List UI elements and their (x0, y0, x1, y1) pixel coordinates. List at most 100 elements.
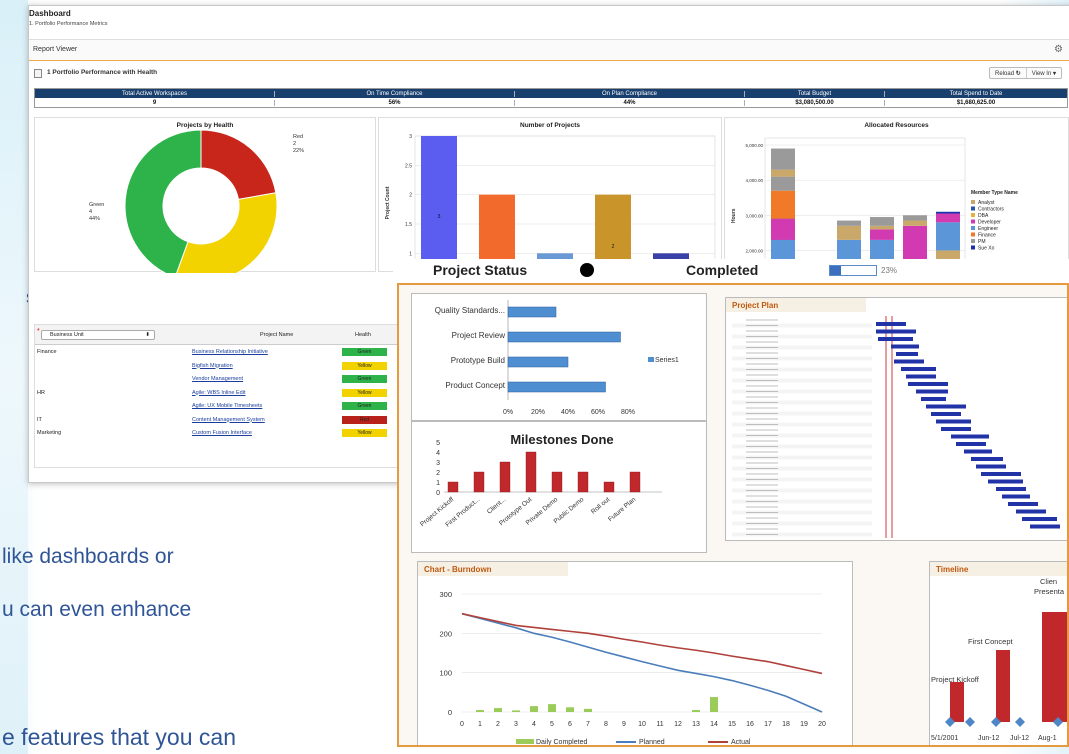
bar (507, 306, 557, 318)
x-tick-label: 4 (532, 721, 536, 728)
slide-text-line-4: e features that you can (2, 724, 236, 750)
gantt-bar (976, 464, 1006, 469)
stacked-bar-segment (837, 220, 861, 226)
chart-title: Milestones Done (510, 432, 613, 447)
timeline-bar (996, 650, 1010, 722)
chart-title: Projects by Health (176, 122, 234, 129)
legend-label: Actual (731, 739, 751, 746)
stacked-bar-segment (771, 148, 795, 170)
gantt-bar (941, 427, 971, 431)
kpi-value: 44% (515, 99, 745, 106)
gantt-bar (1030, 524, 1060, 529)
x-tick-label: 18 (782, 721, 790, 728)
milestones-card: Milestones Done 0 1 2 3 4 5 Project Kickoff Firs… (411, 421, 707, 553)
kpi-value-row: 9 56% 44% $3,080,500.00 $1,680,625.00 (35, 98, 1067, 107)
kpi-value: 56% (275, 99, 515, 106)
slide-text-line-3: u can even enhance (2, 598, 192, 621)
bar (421, 136, 457, 268)
completion-progress-bar (829, 265, 877, 276)
column-header-health: Health (355, 332, 371, 338)
y-tick-label: 4,000.00 (745, 178, 763, 183)
bar (473, 471, 485, 493)
bar (494, 708, 502, 712)
stacked-bar-segment (936, 222, 960, 251)
gantt-bar (1002, 494, 1030, 499)
gantt-bar (901, 367, 936, 371)
category-label: Prototype Build (451, 356, 505, 365)
table-row: HR Agile: WBS Inline Edit Yellow (35, 388, 399, 400)
burndown-chart: 01002003000 1 2 3 4 5 6 7 8 9 10 11 12 13 14 15 16 17 18 19… (439, 590, 826, 746)
timeline-label: Presenta (1034, 587, 1065, 596)
category-label: Quality Standards... (435, 306, 505, 315)
project-link[interactable]: Agile: WBS Inline Edit (192, 390, 246, 396)
legend-swatch (648, 357, 654, 362)
project-link[interactable]: Content Management System (192, 417, 265, 423)
bar (507, 331, 621, 343)
x-tick-label: Client... (486, 496, 508, 516)
table-row: IT Content Management System Red (35, 415, 399, 427)
slice-value: 2 (293, 141, 296, 147)
gantt-bar (891, 344, 919, 349)
projects-by-health-panel: Projects by Health Red222%Yellow333%Gree… (34, 117, 376, 320)
x-tick-label: 15 (728, 721, 736, 728)
bar (551, 471, 563, 493)
x-tick-label: 20 (818, 721, 826, 728)
task-progress-chart: Quality Standards... Project Review Protot… (435, 300, 679, 416)
timeline-marker (1015, 717, 1025, 727)
reload-button[interactable]: Reload ↻ (990, 70, 1026, 77)
gantt-bar (926, 404, 966, 409)
timeline-bar (1042, 612, 1067, 722)
y-axis-label: Hours (731, 208, 737, 223)
timeline-chart: Project KickoffFirst ConceptPrClienPrese… (931, 567, 1067, 742)
legend-swatch (971, 219, 975, 224)
y-tick-label: 300 (439, 590, 452, 599)
project-link[interactable]: Bigfish Migration (192, 363, 233, 369)
project-link[interactable]: Agile: UX Mobile Timesheets (192, 403, 262, 409)
timeline-marker (965, 717, 975, 727)
view-in-button[interactable]: View In ▾ (1027, 70, 1061, 77)
bar (476, 710, 484, 712)
timeline-label: Clien (1040, 577, 1057, 586)
legend-label: Series1 (655, 357, 679, 364)
business-unit-select[interactable]: Business Unit ⬍ (41, 330, 155, 340)
project-link[interactable]: Business Relationship Initiative (192, 349, 268, 355)
pie-slice (174, 192, 278, 283)
bar (577, 471, 589, 493)
x-tick-label: 60% (591, 409, 605, 416)
project-plan-card: Project Plan (725, 297, 1067, 541)
y-tick-label: 1 (409, 251, 412, 257)
y-tick-label: 0 (436, 490, 440, 497)
stacked-bar-segment (870, 225, 894, 230)
health-badge: Yellow (342, 388, 387, 397)
x-tick-label: 12 (674, 721, 682, 728)
gantt-bar (971, 457, 1003, 461)
business-unit-cell: Marketing (37, 430, 62, 436)
bar (692, 710, 700, 712)
milestones-chart: Milestones Done012345Project KickoffFirs… (419, 432, 662, 529)
y-tick-label: 3 (409, 134, 412, 140)
gear-icon[interactable]: ⚙ (1054, 44, 1063, 55)
bar (499, 461, 511, 493)
number-of-projects-panel: Number of Projects 1 1.5 2 2.5 3 Project Coun… (378, 117, 722, 272)
stacked-bar-segment (936, 211, 960, 214)
kpi-value: 9 (35, 99, 275, 106)
y-tick-label: 2 (436, 470, 440, 477)
allocated-resources-panel: Allocated Resources 2,000.00 3,000.00 4,00… (724, 117, 1069, 272)
completion-percent: 23% (881, 266, 898, 275)
bar (584, 708, 592, 712)
x-tick-label: 40% (561, 409, 575, 416)
calendar-icon (34, 69, 42, 78)
business-unit-cell: IT (37, 416, 42, 423)
x-tick-label: Jun-12 (978, 735, 1000, 742)
legend-swatch (971, 232, 975, 237)
task-progress-card: Quality Standards... Project Review Protot… (411, 293, 707, 421)
project-link[interactable]: Vendor Management (192, 376, 243, 382)
stacked-bar-segment (870, 217, 894, 226)
project-link[interactable]: Custom Fusion Interface (192, 430, 252, 436)
health-badge: Yellow (342, 429, 387, 437)
health-badge: Green (342, 375, 387, 383)
plot-area (414, 135, 716, 269)
progress-fill (830, 266, 841, 275)
slice-percent: 44% (89, 216, 100, 222)
table-row: Vendor Management Green (35, 374, 399, 386)
